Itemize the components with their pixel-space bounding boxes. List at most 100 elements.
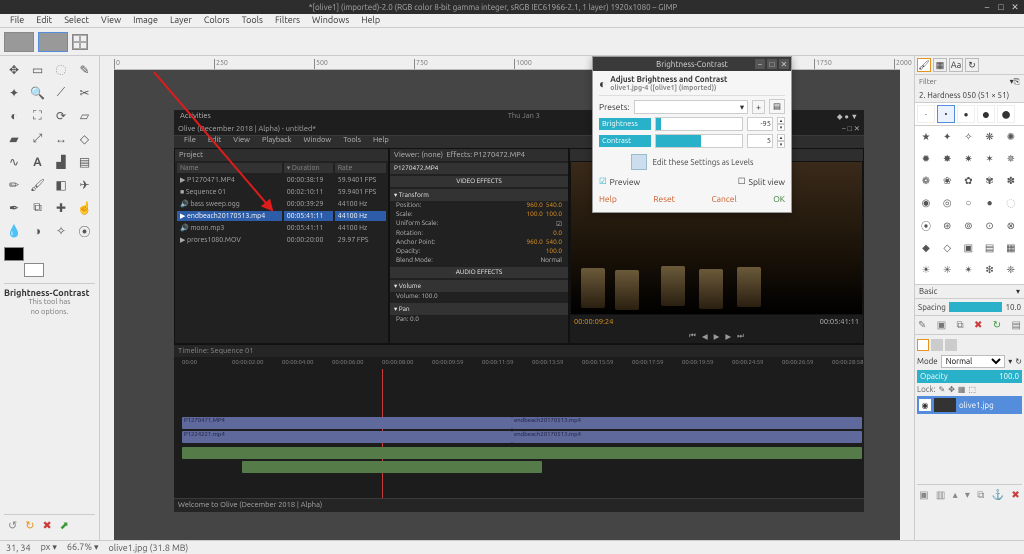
brushes-tab-icon[interactable]: 🖌 [917, 58, 931, 72]
warp-tool-icon[interactable]: ∿ [4, 152, 24, 172]
brush-dot-xs-icon[interactable]: · [917, 105, 935, 123]
dup-brush-icon[interactable]: ⧉ [957, 319, 964, 331]
dialog-minimize-icon[interactable]: – [755, 59, 765, 69]
layers-tab-icon[interactable] [917, 339, 929, 351]
gradient-tool-icon[interactable]: ▤ [75, 152, 95, 172]
ok-button[interactable]: OK [773, 194, 785, 204]
menu-tools[interactable]: Tools [236, 14, 269, 27]
del-brush-icon[interactable]: ✖ [974, 319, 982, 331]
heal-tool-icon[interactable]: ✚ [51, 198, 71, 218]
contrast-up-icon[interactable]: ▴ [777, 134, 785, 141]
patterns-tab-icon[interactable]: ▦ [933, 58, 947, 72]
lasso-tool-icon[interactable]: ✎ [75, 60, 95, 80]
menu-select[interactable]: Select [58, 14, 95, 27]
path-tool-icon[interactable]: ✧ [51, 221, 71, 241]
menu-filters[interactable]: Filters [269, 14, 306, 27]
rect-select-tool-icon[interactable]: ▭ [28, 60, 48, 80]
text-tool-icon[interactable]: A [28, 152, 48, 172]
new-brush-icon[interactable]: ▣ [937, 319, 946, 331]
brush-grid[interactable]: ★✦✧❋✺ ✹✸✷✶✵ ❁❀✿✾✽ ◉◎○●◌ ⦿⊛⊚⊙⊗ ◆◇▣▤▦ ☀✳✴❇… [915, 126, 1024, 284]
cancel-button[interactable]: Cancel [711, 194, 736, 204]
cage-tool-icon[interactable]: ◇ [75, 129, 95, 149]
minimize-button[interactable]: – [982, 2, 992, 12]
fuzzy-select-tool-icon[interactable]: ✦ [4, 83, 24, 103]
brightness-down-icon[interactable]: ▾ [777, 124, 785, 131]
help-button[interactable]: Help [599, 194, 617, 204]
smudge-tool-icon[interactable]: ☝ [75, 198, 95, 218]
menu-layer[interactable]: Layer [164, 14, 198, 27]
rotate-tool-icon[interactable]: ⟳ [51, 106, 71, 126]
lock-all-icon[interactable]: ⬚ [968, 385, 976, 394]
unit-select[interactable]: px ▾ [41, 542, 57, 553]
presets-dropdown[interactable]: ▾ [634, 100, 749, 114]
free-select-tool-icon[interactable]: ◌ [51, 60, 71, 80]
brightness-up-icon[interactable]: ▴ [777, 117, 785, 124]
spacing-value[interactable]: 10.0 [1005, 303, 1021, 312]
visibility-icon[interactable]: ◉ [919, 399, 931, 411]
manage-preset-button[interactable]: ▤ [769, 99, 785, 114]
scissors-tool-icon[interactable]: ✂ [75, 83, 95, 103]
spacing-slider[interactable] [949, 302, 1003, 312]
menu-file[interactable]: File [4, 14, 30, 27]
blur-tool-icon[interactable]: 💧 [4, 221, 24, 241]
contrast-down-icon[interactable]: ▾ [777, 141, 785, 148]
ink-tool-icon[interactable]: ✒ [4, 198, 24, 218]
opacity-value[interactable]: 100.0 [999, 372, 1019, 381]
wilber-icon[interactable] [72, 34, 88, 50]
del-layer-icon[interactable]: ✖ [1011, 489, 1019, 501]
open-folder-icon[interactable]: ▤ [1011, 319, 1020, 331]
paths-tab-icon[interactable] [945, 339, 957, 351]
undo-history-icon[interactable]: ↺ [8, 519, 17, 532]
menu-help[interactable]: Help [355, 14, 386, 27]
bucket-tool-icon[interactable]: ▟ [51, 152, 71, 172]
brush-dot-lg-icon[interactable]: ● [977, 105, 995, 123]
dialog-close-icon[interactable]: ✕ [779, 59, 789, 69]
zoom-tool-icon[interactable]: 🔍 [28, 83, 48, 103]
raise-layer-icon[interactable]: ▴ [953, 489, 958, 501]
history-tab-icon[interactable]: ↻ [965, 58, 979, 72]
brush-tool-icon[interactable]: 🖌 [28, 175, 48, 195]
confirm-icon[interactable]: ⬈ [60, 519, 69, 532]
edit-as-levels-button[interactable]: Edit these Settings as Levels [599, 154, 785, 170]
shear-tool-icon[interactable]: ▱ [75, 106, 95, 126]
lock-position-icon[interactable]: ✥ [948, 385, 955, 394]
menu-view[interactable]: View [95, 14, 127, 27]
dialog-titlebar[interactable]: Brightness-Contrast – □ ✕ [593, 57, 791, 71]
maximize-button[interactable]: □ [996, 2, 1006, 12]
brightness-slider[interactable] [655, 117, 743, 131]
brush-dot-md-icon[interactable]: ● [957, 105, 975, 123]
image-tab-1[interactable] [4, 32, 34, 52]
brush-dot-xl-icon[interactable]: ● [997, 105, 1015, 123]
refresh-brush-icon[interactable]: ↻ [993, 319, 1001, 331]
preview-checkbox[interactable]: ☑Preview [599, 176, 640, 187]
color-picker-tool-icon[interactable]: ⦿ [75, 221, 95, 241]
edit-brush-icon[interactable]: ✎ [918, 319, 926, 331]
flip-tool-icon[interactable]: ↔ [51, 129, 71, 149]
brightness-value[interactable]: -95 [747, 117, 773, 131]
zoom-select[interactable]: 66.7% ▾ [67, 542, 99, 553]
add-preset-button[interactable]: + [752, 100, 765, 114]
foreground-tool-icon[interactable]: ◐ [4, 106, 24, 126]
menu-windows[interactable]: Windows [306, 14, 355, 27]
lock-alpha-icon[interactable]: ▦ [958, 385, 966, 394]
clone-tool-icon[interactable]: ⧉ [28, 198, 48, 218]
blend-mode-select[interactable]: Normal [941, 355, 1006, 368]
brush-dot-sm-icon[interactable]: • [937, 105, 955, 123]
layer-group-icon[interactable]: ▥ [936, 489, 945, 501]
layer-name[interactable]: olive1.jpg [959, 401, 994, 410]
pencil-tool-icon[interactable]: ✏ [4, 175, 24, 195]
layer-row[interactable]: ◉ olive1.jpg [917, 396, 1022, 414]
channels-tab-icon[interactable] [931, 339, 943, 351]
reset-icon[interactable]: ↻ [25, 519, 34, 532]
airbrush-tool-icon[interactable]: ✈ [75, 175, 95, 195]
split-view-checkbox[interactable]: ☐Split view [738, 176, 785, 187]
image-tab-2[interactable] [38, 32, 68, 52]
eraser-tool-icon[interactable]: ◧ [51, 175, 71, 195]
fonts-tab-icon[interactable]: Aa [949, 58, 963, 72]
color-swatches[interactable] [4, 247, 44, 277]
dodge-tool-icon[interactable]: ◑ [28, 221, 48, 241]
menu-colors[interactable]: Colors [198, 14, 236, 27]
new-layer-icon[interactable]: ▣ [919, 489, 928, 501]
close-button[interactable]: ✕ [1010, 2, 1020, 12]
merge-layer-icon[interactable]: ⚓ [992, 489, 1004, 501]
